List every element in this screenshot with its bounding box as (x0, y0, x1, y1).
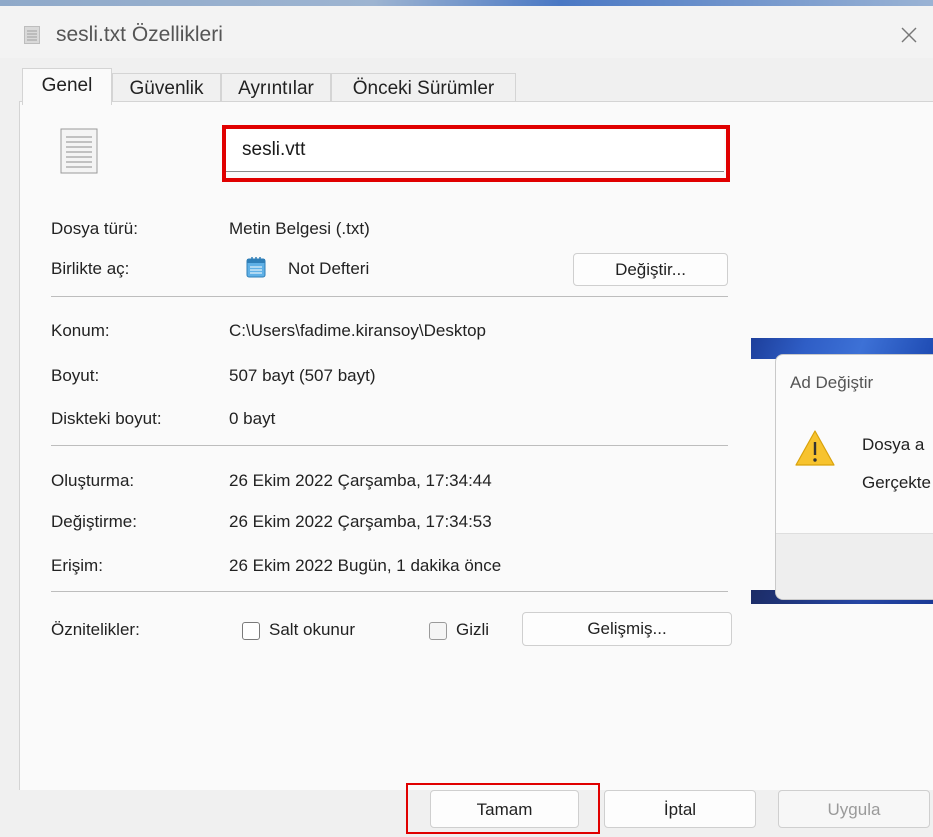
file-type-value: Metin Belgesi (.txt) (229, 219, 370, 238)
notepad-icon (246, 257, 266, 278)
rename-dialog: Ad Değiştir Dosya a Gerçekte (775, 354, 933, 600)
divider-2 (51, 445, 728, 446)
size-label: Boyut: (51, 366, 100, 385)
created-label: Oluşturma: (51, 471, 135, 490)
modified-label: Değiştirme: (51, 512, 137, 531)
created-value: 26 Ekim 2022 Çarşamba, 17:34:44 (229, 471, 492, 490)
rename-dialog-message-line1: Dosya a (862, 435, 925, 454)
tab-onceki-surumler[interactable]: Önceki Sürümler (331, 73, 516, 104)
warning-icon (795, 430, 835, 466)
tab-strip: Genel Güvenlik Ayrıntılar Önceki Sürümle… (0, 62, 933, 105)
rename-dialog-footer (776, 533, 933, 599)
advanced-button[interactable]: Gelişmiş... (522, 612, 732, 646)
apply-button[interactable]: Uygula (778, 790, 930, 828)
tab-genel[interactable]: Genel (22, 68, 112, 105)
location-label: Konum: (51, 321, 110, 340)
file-type-label: Dosya türü: (51, 219, 138, 238)
tab-guvenlik[interactable]: Güvenlik (112, 73, 221, 104)
rename-dialog-title: Ad Değiştir (790, 373, 874, 392)
size-on-disk-label: Diskteki boyut: (51, 409, 162, 428)
size-value: 507 bayt (507 bayt) (229, 366, 376, 385)
change-button[interactable]: Değiştir... (573, 253, 728, 286)
divider-1 (51, 296, 728, 297)
accessed-label: Erişim: (51, 556, 103, 575)
window-title: sesli.txt Özellikleri (56, 23, 223, 46)
cancel-button[interactable]: İptal (604, 790, 756, 828)
text-document-icon (60, 128, 98, 174)
divider-3 (51, 591, 728, 592)
size-on-disk-value: 0 bayt (229, 409, 276, 428)
accessed-value: 26 Ekim 2022 Bugün, 1 dakika önce (229, 556, 502, 575)
hidden-checkbox[interactable] (429, 622, 447, 640)
rename-dialog-message-line2: Gerçekte (862, 473, 931, 492)
text-file-icon (24, 26, 40, 44)
readonly-label: Salt okunur (269, 620, 355, 639)
readonly-checkbox[interactable] (242, 622, 260, 640)
tab-ayrintilar[interactable]: Ayrıntılar (221, 73, 331, 104)
opens-with-value: Not Defteri (288, 259, 370, 278)
file-name-input[interactable] (224, 128, 724, 172)
location-value: C:\Users\fadime.kiransoy\Desktop (229, 321, 486, 340)
modified-value: 26 Ekim 2022 Çarşamba, 17:34:53 (229, 512, 492, 531)
hidden-label: Gizli (456, 620, 490, 639)
ok-button[interactable]: Tamam (430, 790, 579, 828)
attributes-label: Öznitelikler: (51, 620, 140, 639)
opens-with-label: Birlikte aç: (51, 259, 130, 278)
title-bar: sesli.txt Özellikleri (0, 6, 933, 58)
close-icon[interactable] (896, 22, 922, 48)
